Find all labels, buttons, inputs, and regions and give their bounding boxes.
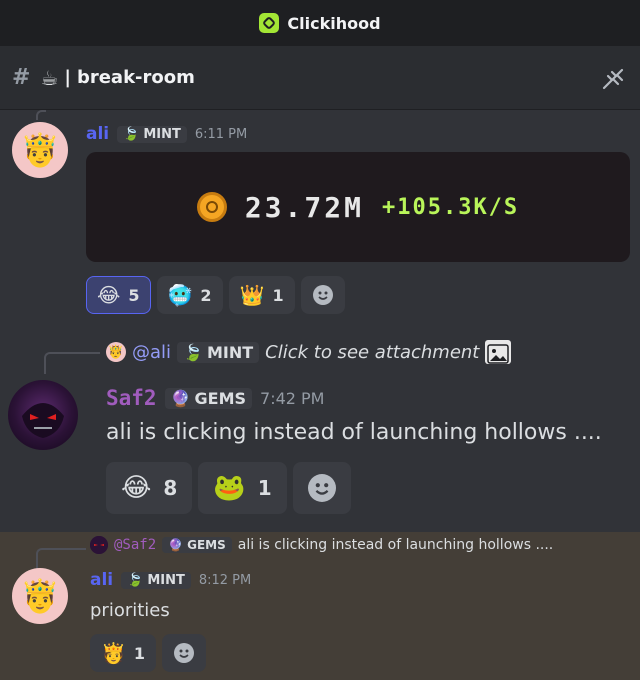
message-header: ali 🍃 MINT 6:11 PM: [86, 124, 247, 144]
mint-tag: 🍃 MINT: [177, 341, 260, 363]
reaction-bribe[interactable]: 🫅 1: [90, 634, 157, 672]
avatar[interactable]: [8, 380, 78, 450]
cold-face-emoji-icon: 🥶: [167, 283, 193, 307]
joy-emoji-icon: 😂: [97, 283, 121, 307]
timestamp: 7:42 PM: [260, 388, 325, 408]
smile-icon: [307, 474, 336, 502]
gem-icon: 🔮: [168, 538, 184, 552]
add-reaction-button[interactable]: [292, 462, 351, 514]
reply-preview[interactable]: @Saf2 🔮 GEMS ali is clicking instead of l…: [90, 536, 553, 554]
reaction-count: 8: [163, 476, 178, 500]
username[interactable]: ali: [90, 570, 113, 590]
leaf-icon: 🍃: [183, 342, 203, 362]
app-title: Clickihood: [287, 13, 381, 33]
clickihood-logo-icon: [259, 13, 280, 33]
channel-hash-icon: #: [12, 65, 31, 90]
channel-separator: |: [64, 67, 71, 88]
message-text: ali is clicking instead of launching hol…: [106, 420, 602, 445]
reaction-joy[interactable]: 😂 5: [86, 276, 151, 314]
message-text: priorities: [90, 600, 170, 621]
smile-icon: [312, 285, 333, 305]
add-reaction-button[interactable]: [300, 276, 345, 314]
reaction-count: 1: [272, 285, 284, 305]
reaction-count: 5: [128, 285, 140, 305]
coin-icon: [196, 192, 227, 222]
threads-icon[interactable]: [600, 66, 626, 92]
reply-connector: [36, 110, 46, 120]
username[interactable]: ali: [86, 124, 109, 144]
message-list: 🤴 ali 🍃 MINT 6:11 PM 23.72M +105.3K/S 😂 5…: [0, 110, 640, 680]
timestamp: 6:11 PM: [194, 126, 248, 142]
avatar[interactable]: 🤴: [12, 122, 68, 178]
reply-connector: [44, 352, 100, 374]
reaction-cold-face[interactable]: 🥶 2: [156, 276, 223, 314]
joy-emoji-icon: 😂: [121, 473, 152, 503]
highlighted-message: @Saf2 🔮 GEMS ali is clicking instead of l…: [0, 532, 640, 680]
gems-tag: 🔮 GEMS: [162, 537, 232, 553]
leaf-icon: 🍃: [123, 126, 140, 142]
reaction-frog[interactable]: 🐸 1: [198, 462, 287, 514]
reply-preview[interactable]: 🤴 @ali 🍃 MINT Click to see attachment: [106, 340, 512, 364]
reaction-bar: 🫅 1: [90, 634, 207, 672]
message-header: ali 🍃 MINT 8:12 PM: [90, 570, 251, 590]
bribe-emoji-icon: 🫅: [101, 641, 126, 665]
reaction-joy[interactable]: 😂 8: [106, 462, 193, 514]
smile-icon: [174, 643, 195, 663]
reply-text: Click to see attachment: [265, 341, 480, 363]
reply-connector: [36, 548, 86, 570]
reaction-crown[interactable]: 👑 1: [228, 276, 295, 314]
avatar[interactable]: 🤴: [12, 568, 68, 624]
reply-avatar: 🤴: [106, 342, 126, 362]
reaction-count: 1: [133, 643, 146, 663]
gems-tag: 🔮 GEMS: [164, 387, 253, 409]
channel-name: break-room: [76, 67, 195, 88]
leaf-icon: 🍃: [127, 572, 144, 588]
gem-icon: 🔮: [170, 388, 191, 408]
crown-emoji-icon: 👑: [239, 283, 265, 307]
clicker-embed[interactable]: 23.72M +105.3K/S: [86, 152, 630, 262]
reply-author: @Saf2: [114, 537, 157, 553]
frog-emoji-icon: 🐸: [213, 473, 246, 503]
image-icon: [485, 340, 512, 364]
window-titlebar: Clickihood: [0, 0, 640, 46]
reaction-count: 1: [257, 476, 272, 500]
reaction-count: 2: [200, 285, 212, 305]
message-header: Saf2 🔮 GEMS 7:42 PM: [106, 386, 324, 410]
reply-avatar: [90, 536, 108, 554]
reply-text: ali is clicking instead of launching hol…: [237, 537, 554, 553]
channel-header: # ☕ | break-room: [0, 46, 640, 110]
coin-amount: 23.72M: [244, 190, 364, 224]
timestamp: 8:12 PM: [198, 572, 252, 588]
coin-rate: +105.3K/S: [381, 194, 520, 220]
mint-tag: 🍃 MINT: [117, 125, 187, 143]
mint-tag: 🍃 MINT: [121, 571, 191, 589]
username[interactable]: Saf2: [106, 386, 157, 410]
add-reaction-button[interactable]: [162, 634, 207, 672]
coffee-icon: ☕: [40, 65, 59, 90]
reaction-bar: 😂 5 🥶 2 👑 1: [86, 276, 345, 314]
reaction-bar: 😂 8 🐸 1: [106, 462, 351, 514]
reply-author: @ali: [132, 341, 172, 363]
